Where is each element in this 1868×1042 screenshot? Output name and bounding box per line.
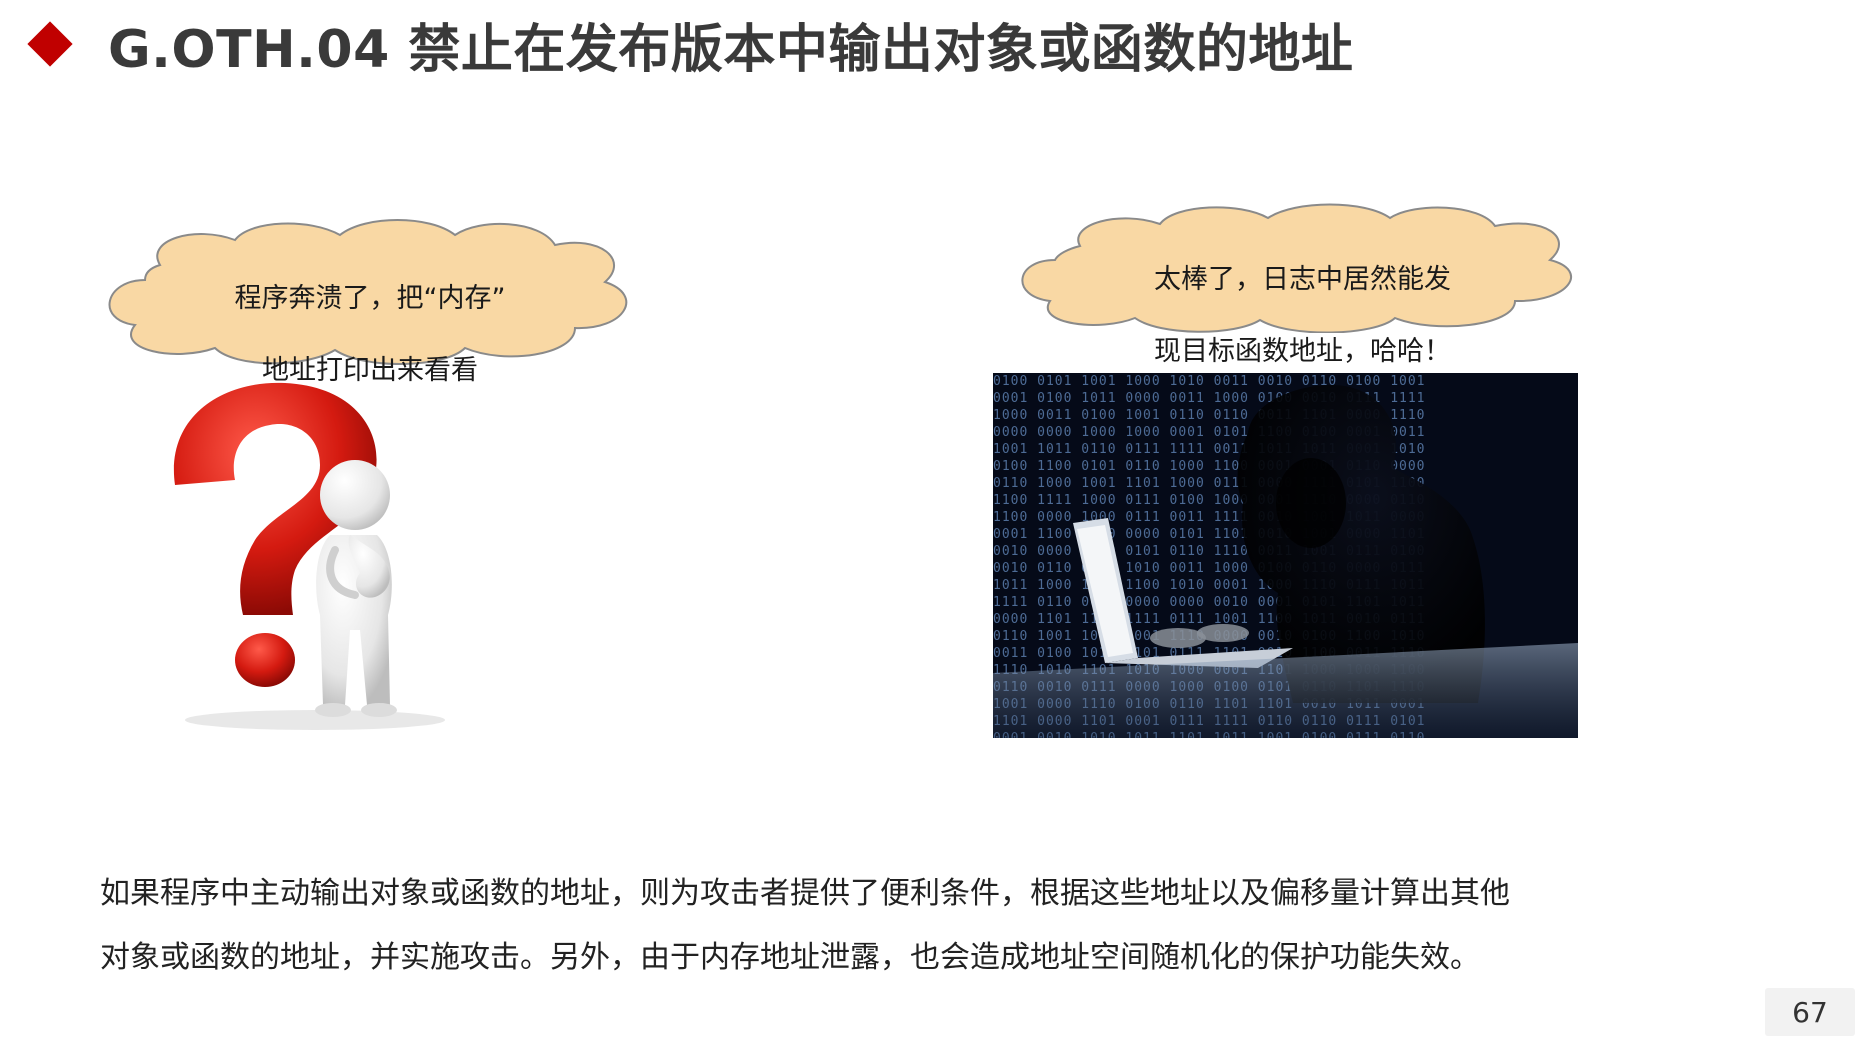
hooded-hacker-binary-photo: 0100 0101 1001 1000 1010 0011 0010 0110 … xyxy=(993,373,1578,738)
slide-title: G.OTH.04 禁止在发布版本中输出对象或函数的地址 xyxy=(108,19,1354,80)
page-number: 67 xyxy=(1765,988,1855,1036)
paragraph-line-1: 如果程序中主动输出对象或函数的地址，则为攻击者提供了便利条件，根据这些地址以及偏… xyxy=(100,876,1510,911)
title-row: G.OTH.04 禁止在发布版本中输出对象或函数的地址 xyxy=(22,4,1353,84)
body-paragraph: 如果程序中主动输出对象或函数的地址，则为攻击者提供了便利条件，根据这些地址以及偏… xyxy=(100,862,1800,990)
speech-cloud-left: 程序奔溃了，把“内存” 地址打印出来看看 xyxy=(85,210,655,386)
cloud-left-line1: 程序奔溃了，把“内存” xyxy=(234,283,506,314)
slide: G.OTH.04 禁止在发布版本中输出对象或函数的地址 程序奔溃了，把“内存” … xyxy=(0,0,1868,1042)
red-diamond-icon xyxy=(27,21,73,67)
speech-cloud-right: 太棒了，日志中居然能发 现目标函数地址，哈哈！ xyxy=(1000,198,1605,367)
question-mark-person-illustration xyxy=(145,375,475,735)
cloud-right-line2: 现目标函数地址，哈哈！ xyxy=(1154,336,1451,367)
cloud-right-line1: 太棒了，日志中居然能发 xyxy=(1154,264,1451,295)
paragraph-line-2: 对象或函数的地址，并实施攻击。另外，由于内存地址泄露，也会造成地址空间随机化的保… xyxy=(100,940,1480,975)
